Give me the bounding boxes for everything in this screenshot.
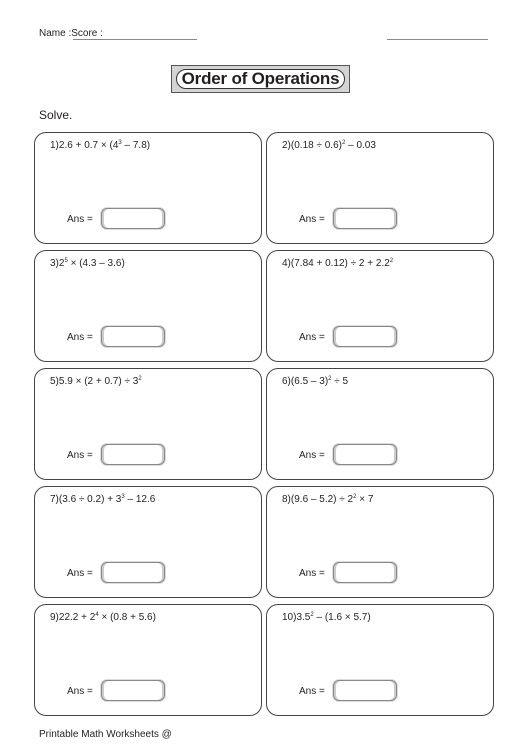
expression-text: – 7.8) xyxy=(121,140,151,151)
expression-text: 3.5 xyxy=(296,612,311,623)
exponent: 2 xyxy=(389,258,394,264)
answer-label: Ans = xyxy=(299,214,325,225)
score-line xyxy=(387,39,488,40)
problem-card: 10)3.52 – (1.6 × 5.7) Ans = xyxy=(266,604,494,716)
expression-text: ÷ 5 xyxy=(331,376,349,387)
answer-label: Ans = xyxy=(299,568,325,579)
problem-number: 3) xyxy=(50,258,59,269)
footer-text: Printable Math Worksheets @ xyxy=(39,729,172,740)
problem-expression: 6)(6.5 – 3)2 ÷ 5 xyxy=(282,376,348,387)
problem-card: 6)(6.5 – 3)2 ÷ 5 Ans = xyxy=(266,368,494,480)
answer-label: Ans = xyxy=(67,686,93,697)
expression-text: (3.6 ÷ 0.2) + 3 xyxy=(58,494,122,505)
exponent: 2 xyxy=(138,376,142,382)
expression-text: (0.18 ÷ 0.6) xyxy=(290,140,342,151)
problem-expression: 10)3.52 – (1.6 × 5.7) xyxy=(282,612,371,623)
answer-label: Ans = xyxy=(299,450,325,461)
problem-card: 5)5.9 × (2 + 0.7) ÷ 32 Ans = xyxy=(34,368,262,480)
expression-text: 22.2 + 2 xyxy=(58,612,96,623)
answer-box[interactable] xyxy=(333,680,397,701)
instructions: Solve. xyxy=(39,108,73,122)
answer-box[interactable] xyxy=(333,208,397,229)
answer-box[interactable] xyxy=(101,208,165,229)
page-title: Order of Operations xyxy=(176,69,345,89)
answer-box[interactable] xyxy=(101,326,165,347)
expression-text: × (0.8 + 5.6) xyxy=(98,612,156,623)
answer-label: Ans = xyxy=(299,332,325,343)
problem-number: 9) xyxy=(50,612,59,623)
answer-box[interactable] xyxy=(333,444,397,465)
problem-card: 7)(3.6 ÷ 0.2) + 33 – 12.6 Ans = xyxy=(34,486,262,598)
expression-text: (7.84 + 0.12) ÷ 2 + 2.2 xyxy=(290,258,390,269)
expression-text: × 7 xyxy=(356,494,374,505)
expression-text: – 0.03 xyxy=(345,140,376,151)
problem-card: 2)(0.18 ÷ 0.6)2 – 0.03 Ans = xyxy=(266,132,494,244)
problem-card: 1)2.6 + 0.7 × (43 – 7.8) Ans = xyxy=(34,132,262,244)
answer-box[interactable] xyxy=(101,680,165,701)
expression-text: × (4.3 – 3.6) xyxy=(67,258,125,269)
problem-expression: 4)(7.84 + 0.12) ÷ 2 + 2.22 xyxy=(282,258,393,269)
problem-expression: 7)(3.6 ÷ 0.2) + 33 – 12.6 xyxy=(50,494,155,505)
answer-label: Ans = xyxy=(67,450,93,461)
expression-text: (6.5 – 3) xyxy=(290,376,329,387)
expression-text: (9.6 – 5.2) ÷ 2 xyxy=(290,494,354,505)
name-line xyxy=(73,39,197,40)
problem-expression: 8)(9.6 – 5.2) ÷ 22 × 7 xyxy=(282,494,373,505)
problem-number: 1) xyxy=(50,140,59,151)
problem-expression: 9)22.2 + 24 × (0.8 + 5.6) xyxy=(50,612,156,623)
answer-box[interactable] xyxy=(101,444,165,465)
problem-number: 8) xyxy=(282,494,291,505)
title-banner: Order of Operations xyxy=(171,65,350,93)
problem-number: 7) xyxy=(50,494,59,505)
answer-label: Ans = xyxy=(67,568,93,579)
answer-box[interactable] xyxy=(333,562,397,583)
expression-text: – 12.6 xyxy=(124,494,156,505)
answer-label: Ans = xyxy=(67,214,93,225)
problem-number: 4) xyxy=(282,258,291,269)
problem-expression: 1)2.6 + 0.7 × (43 – 7.8) xyxy=(50,140,150,151)
problem-card: 3)25 × (4.3 – 3.6) Ans = xyxy=(34,250,262,362)
problem-card: 8)(9.6 – 5.2) ÷ 22 × 7 Ans = xyxy=(266,486,494,598)
problem-card: 4)(7.84 + 0.12) ÷ 2 + 2.22 Ans = xyxy=(266,250,494,362)
answer-label: Ans = xyxy=(67,332,93,343)
problem-number: 6) xyxy=(282,376,291,387)
expression-text: 2.6 + 0.7 × (4 xyxy=(58,140,119,151)
name-score-label: Name :Score : xyxy=(39,28,103,39)
answer-label: Ans = xyxy=(299,686,325,697)
expression-text: 5.9 × (2 + 0.7) ÷ 3 xyxy=(58,376,139,387)
answer-box[interactable] xyxy=(101,562,165,583)
problem-number: 2) xyxy=(282,140,291,151)
problem-number: 5) xyxy=(50,376,59,387)
problem-expression: 3)25 × (4.3 – 3.6) xyxy=(50,258,125,269)
answer-box[interactable] xyxy=(333,326,397,347)
expression-text: – (1.6 × 5.7) xyxy=(313,612,371,623)
problem-expression: 5)5.9 × (2 + 0.7) ÷ 32 xyxy=(50,376,142,387)
problem-expression: 2)(0.18 ÷ 0.6)2 – 0.03 xyxy=(282,140,376,151)
problem-card: 9)22.2 + 24 × (0.8 + 5.6) Ans = xyxy=(34,604,262,716)
problem-number: 10) xyxy=(282,612,297,623)
